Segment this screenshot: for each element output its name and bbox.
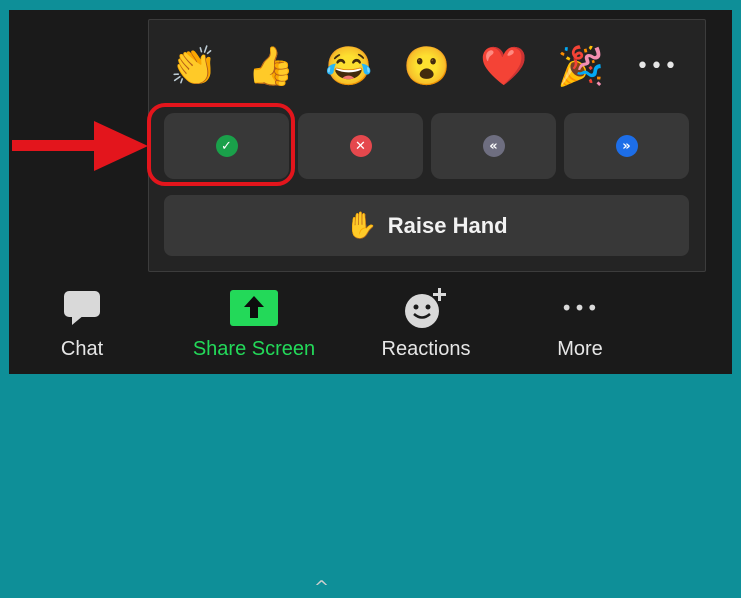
x-icon: ✕ (349, 135, 372, 157)
thumbs-up-icon[interactable]: 👍 (243, 42, 299, 92)
meeting-toolbar: Chat Share Screen ^ Reactions ••• More (0, 280, 741, 598)
more-label: More (557, 338, 603, 360)
raised-hand-icon: ✋ (345, 210, 378, 240)
party-popper-icon[interactable]: 🎉 (553, 42, 609, 92)
go-faster-button[interactable]: » (564, 113, 689, 179)
reactions-button[interactable]: Reactions (371, 280, 481, 374)
red-heart-icon[interactable]: ❤️ (476, 42, 532, 92)
rewind-icon: « (482, 135, 505, 157)
share-screen-options-caret-icon[interactable]: ^ (314, 577, 329, 598)
more-button[interactable]: ••• More (540, 280, 620, 374)
share-screen-button[interactable]: Share Screen (184, 280, 324, 374)
raise-hand-button[interactable]: ✋ Raise Hand (164, 195, 689, 256)
fast-forward-icon: » (615, 135, 638, 157)
raise-hand-label: Raise Hand (387, 212, 508, 238)
more-reactions-button[interactable]: ••• (629, 42, 685, 92)
annotation-arrow-icon (12, 121, 148, 171)
clapping-hands-icon[interactable]: 👏 (166, 42, 222, 92)
go-slower-button[interactable]: « (431, 113, 556, 179)
share-screen-label: Share Screen (192, 338, 316, 360)
reactions-label: Reactions (381, 338, 471, 360)
annotation-highlight-box (147, 103, 295, 186)
tears-of-joy-icon[interactable]: 😂 (321, 42, 377, 92)
more-dots-icon: ••• (560, 296, 600, 320)
emoji-reaction-row: 👏 👍 😂 😮 ❤️ 🎉 ••• (149, 42, 705, 92)
surprised-face-icon[interactable]: 😮 (399, 42, 455, 92)
add-reaction-icon (403, 286, 449, 330)
chat-bubble-icon (62, 286, 102, 330)
chat-label: Chat (60, 338, 104, 360)
share-screen-icon (230, 286, 278, 330)
chat-button[interactable]: Chat (42, 280, 122, 374)
no-button[interactable]: ✕ (298, 113, 423, 179)
